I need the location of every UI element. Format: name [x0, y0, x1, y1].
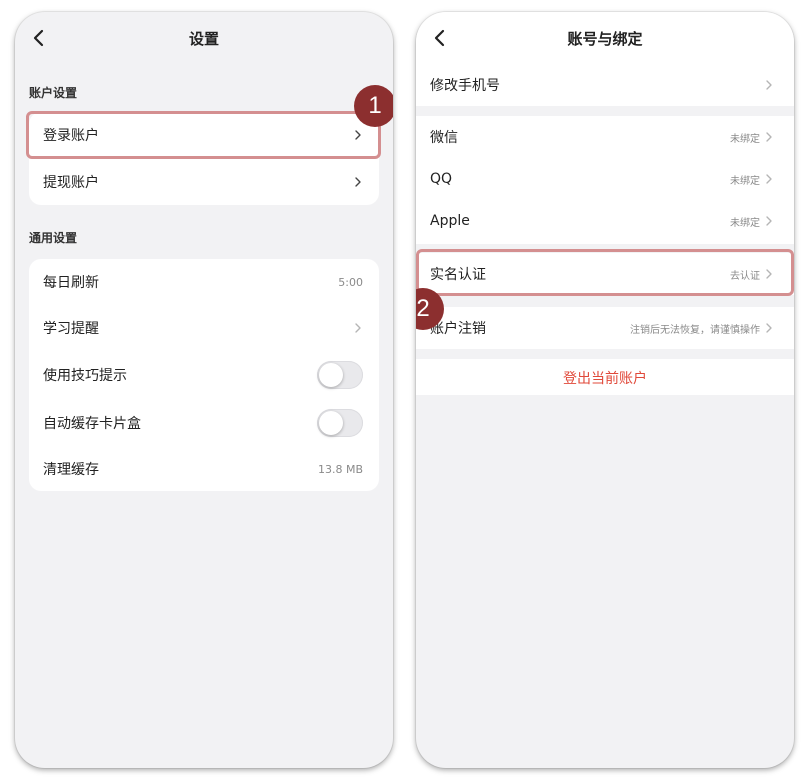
- row-label: 使用技巧提示: [43, 368, 127, 384]
- row-label: 每日刷新: [43, 275, 99, 291]
- page-title: 设置: [188, 29, 219, 48]
- back-button[interactable]: [25, 24, 53, 52]
- list-item-daily-refresh[interactable]: 每日刷新 5:00: [29, 259, 379, 305]
- row-label: 登录账户: [43, 128, 99, 144]
- list-item-tips: 使用技巧提示: [29, 351, 379, 399]
- account-binding-screen: 账号与绑定 修改手机号 微信 未绑定 QQ 未绑定 Apple 未绑定 实名认证…: [416, 12, 794, 768]
- phone-block: 修改手机号: [416, 64, 794, 106]
- list-item-account-cancel[interactable]: 账户注销 注销后无法恢复，请谨慎操作: [416, 307, 794, 349]
- list-item-qq[interactable]: QQ 未绑定: [416, 158, 794, 200]
- binding-block: 微信 未绑定 QQ 未绑定 Apple 未绑定: [416, 116, 794, 244]
- logout-button[interactable]: 登出当前账户: [416, 368, 794, 388]
- row-label: 自动缓存卡片盒: [43, 416, 141, 432]
- row-label: 清理缓存: [43, 462, 99, 478]
- chevron-right-icon: [766, 323, 772, 333]
- list-item-withdraw-account[interactable]: 提现账户: [29, 159, 379, 205]
- chevron-right-icon: [766, 269, 772, 279]
- row-label: 提现账户: [43, 175, 99, 191]
- row-label: 实名认证: [430, 267, 486, 283]
- auto-cache-toggle[interactable]: [317, 409, 363, 437]
- toggle-knob: [319, 363, 343, 387]
- list-item-real-name[interactable]: 实名认证 去认证: [416, 253, 794, 295]
- row-value: 13.8 MB: [317, 462, 363, 476]
- section-label-account: 账户设置: [29, 86, 78, 100]
- chevron-left-icon: [434, 29, 445, 47]
- cancel-block: 账户注销 注销后无法恢复，请谨慎操作: [416, 307, 794, 349]
- nav-bar: 设置: [15, 12, 393, 64]
- account-settings-card: 登录账户 提现账户: [29, 112, 379, 205]
- list-item-wechat[interactable]: 微信 未绑定: [416, 116, 794, 158]
- row-value: 去认证: [730, 270, 760, 282]
- row-value: 未绑定: [730, 175, 760, 187]
- list-item-clear-cache[interactable]: 清理缓存 13.8 MB: [29, 447, 379, 491]
- chevron-right-icon: [355, 130, 361, 140]
- row-value: 注销后无法恢复，请谨慎操作: [630, 324, 760, 336]
- list-item-change-phone[interactable]: 修改手机号: [416, 64, 794, 106]
- row-value: 未绑定: [730, 217, 760, 229]
- back-button[interactable]: [426, 24, 454, 52]
- list-item-study-reminder[interactable]: 学习提醒: [29, 305, 379, 351]
- chevron-right-icon: [766, 132, 772, 142]
- chevron-right-icon: [355, 177, 361, 187]
- nav-bar: 账号与绑定: [416, 12, 794, 64]
- verify-block: 实名认证 去认证: [416, 253, 794, 295]
- toggle-knob: [319, 411, 343, 435]
- list-item-apple[interactable]: Apple 未绑定: [416, 200, 794, 242]
- chevron-right-icon: [355, 323, 361, 333]
- row-label: 微信: [430, 130, 458, 146]
- step-badge-1: 1: [354, 85, 393, 127]
- tips-toggle[interactable]: [317, 361, 363, 389]
- general-settings-card: 每日刷新 5:00 学习提醒 使用技巧提示 自动缓存卡片盒 清理缓存 13.8 …: [29, 259, 379, 491]
- chevron-right-icon: [766, 80, 772, 90]
- row-label: 学习提醒: [43, 321, 99, 337]
- chevron-right-icon: [766, 174, 772, 184]
- section-label-general: 通用设置: [29, 231, 78, 245]
- chevron-left-icon: [33, 29, 44, 47]
- row-label: 修改手机号: [430, 78, 500, 94]
- row-label: Apple: [430, 213, 470, 229]
- settings-screen: 设置 账户设置 登录账户 提现账户 1 通用设置 每日刷新 5:00 学习提醒: [15, 12, 393, 768]
- row-value: 5:00: [338, 275, 363, 289]
- logout-block: 登出当前账户: [416, 359, 794, 395]
- row-label: QQ: [430, 171, 453, 187]
- row-value: 未绑定: [730, 133, 760, 145]
- page-title: 账号与绑定: [567, 29, 643, 48]
- list-item-auto-cache: 自动缓存卡片盒: [29, 399, 379, 447]
- chevron-right-icon: [766, 216, 772, 226]
- list-item-login-account[interactable]: 登录账户: [29, 112, 379, 158]
